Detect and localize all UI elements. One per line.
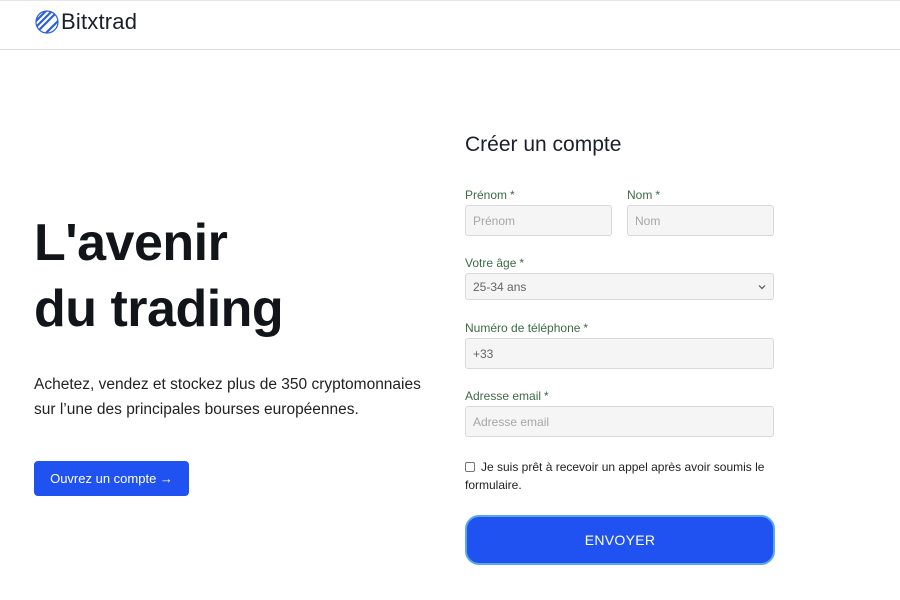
consent-label: Je suis prêt à recevoir un appel après a… [465, 460, 765, 492]
last-name-label-text: Nom [627, 188, 653, 202]
age-select[interactable]: 25-34 ans [465, 273, 774, 300]
age-selected-value: 25-34 ans [473, 279, 527, 294]
phone-label: Numéro de téléphone * [465, 321, 588, 335]
hero-title-line1: L'avenir [34, 214, 228, 272]
consent-checkbox[interactable] [465, 462, 475, 472]
open-account-button[interactable]: Ouvrez un compte → [34, 461, 189, 496]
email-input[interactable] [465, 406, 774, 437]
required-mark: * [583, 321, 589, 335]
form-title: Créer un compte [465, 133, 622, 156]
consent-row: Je suis prêt à recevoir un appel après a… [465, 458, 775, 494]
email-label-text: Adresse email [465, 389, 542, 403]
required-mark: * [655, 188, 661, 202]
required-mark: * [544, 389, 549, 403]
brand-logo[interactable]: Bitxtrad [35, 10, 137, 34]
age-label-text: Votre âge [465, 256, 517, 270]
required-mark: * [519, 256, 525, 270]
required-mark: * [510, 188, 515, 202]
phone-label-text: Numéro de téléphone [465, 321, 581, 335]
phone-input[interactable] [465, 338, 774, 369]
last-name-label: Nom * [627, 188, 660, 202]
submit-button[interactable]: ENVOYER [465, 515, 775, 565]
age-label: Votre âge * [465, 256, 524, 270]
top-header: Bitxtrad [0, 0, 900, 50]
first-name-input[interactable] [465, 205, 612, 236]
chevron-down-icon [758, 284, 766, 289]
last-name-input[interactable] [627, 205, 774, 236]
hero-title: L'avenir du trading [34, 210, 284, 342]
hero-subtitle: Achetez, vendez et stockez plus de 350 c… [34, 376, 421, 418]
hero-title-line2: du trading [34, 280, 284, 338]
first-name-label: Prénom * [465, 188, 515, 202]
brand-name: Bitxtrad [61, 9, 138, 34]
email-label: Adresse email * [465, 389, 549, 403]
striped-globe-icon [35, 10, 59, 34]
first-name-label-text: Prénom [465, 188, 508, 202]
